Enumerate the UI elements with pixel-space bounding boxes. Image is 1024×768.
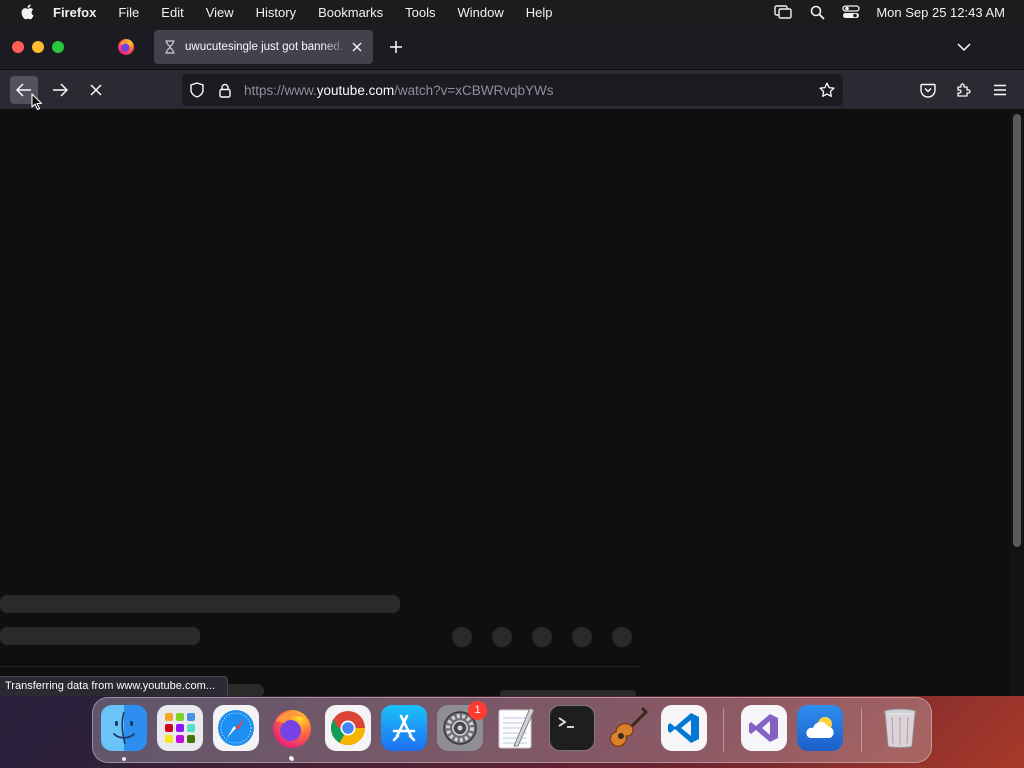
window-minimize-button[interactable] [32,41,44,53]
tab-title: uwucutesingle just got banned... [185,41,347,53]
window-close-button[interactable] [12,41,24,53]
menu-history[interactable]: History [256,5,296,20]
firefox-icon [118,39,134,55]
action-placeholder [572,627,592,647]
url-prefix: https://www. [244,82,317,98]
dock-finder[interactable] [101,705,147,751]
dock-launchpad[interactable] [157,705,203,751]
dock-trash[interactable] [877,705,923,751]
url-text[interactable]: https://www.youtube.com/watch?v=xCBWRvqb… [244,83,554,98]
dock-separator [723,708,724,752]
firefox-window: uwucutesingle just got banned... https:/… [0,24,1024,696]
pinned-tab-firefox[interactable] [115,36,137,58]
trash-icon [883,708,917,748]
menu-window[interactable]: Window [458,5,504,20]
title-skeleton [0,595,400,613]
finder-icon [113,711,135,745]
app-menu-button[interactable] [990,80,1010,100]
url-path: /watch?v=xCBWRvqbYWs [394,82,554,98]
scrollbar[interactable] [1010,110,1024,696]
menu-bar: Firefox File Edit View History Bookmarks… [0,0,1024,24]
app-store-icon [392,714,416,742]
spotlight-search-icon[interactable] [808,4,826,20]
plus-icon [390,41,402,53]
running-indicator [122,757,126,761]
page-content[interactable]: Transferring data from www.youtube.com..… [0,110,1024,696]
menu-edit[interactable]: Edit [161,5,183,20]
menu-help[interactable]: Help [526,5,553,20]
back-arrow-icon [16,83,31,97]
pocket-button[interactable] [918,80,938,100]
firefox-icon [273,710,311,748]
menu-file[interactable]: File [118,5,139,20]
chrome-icon [331,711,365,745]
dock-app-store[interactable] [381,705,427,751]
screen-mirroring-icon[interactable] [774,4,793,20]
dock-vscode[interactable] [661,705,707,751]
close-icon[interactable] [349,39,365,55]
dock [92,697,932,763]
vscode-icon [668,713,699,743]
channel-skeleton [0,627,200,645]
visual-studio-icon [749,714,778,742]
dock-visual-studio[interactable] [741,705,787,751]
mouse-pointer-icon [31,93,43,111]
dock-textedit[interactable] [493,705,539,751]
dock-separator [861,708,862,752]
launchpad-grid-icon [165,713,195,743]
dock-firefox[interactable] [269,705,315,751]
safari-compass-icon [218,710,254,746]
lock-icon[interactable] [217,82,233,98]
dock-weather[interactable] [797,705,843,751]
menu-app-firefox[interactable]: Firefox [53,5,96,20]
weather-icon [806,717,834,738]
url-bar[interactable]: https://www.youtube.com/watch?v=xCBWRvqb… [182,74,843,106]
extensions-button[interactable] [954,80,974,100]
action-placeholder [452,627,472,647]
tracking-protection-shield-icon[interactable] [189,82,205,98]
action-placeholder [532,627,552,647]
bookmark-star-icon[interactable] [819,82,835,98]
menu-view[interactable]: View [206,5,234,20]
dock-safari[interactable] [213,705,259,751]
chevron-down-icon [957,43,971,52]
guitar-icon [609,706,649,747]
navigation-toolbar: https://www.youtube.com/watch?v=xCBWRvqb… [0,70,1024,110]
window-zoom-button[interactable] [52,41,64,53]
control-center-icon[interactable] [842,4,860,20]
pocket-icon [920,83,936,98]
puzzle-piece-icon [957,83,971,97]
menu-tools[interactable]: Tools [405,5,435,20]
menu-bar-clock[interactable]: Mon Sep 25 12:43 AM [876,5,1005,20]
dock-garageband[interactable] [605,705,651,751]
hamburger-menu-icon [994,84,1006,96]
menu-bar-status-area: Mon Sep 25 12:43 AM [774,0,1024,24]
action-placeholder [612,627,632,647]
apple-logo-icon[interactable] [20,4,34,20]
tab-bar: uwucutesingle just got banned... [0,24,1024,70]
stop-loading-icon [90,84,102,96]
textedit-page-icon [498,707,535,749]
forward-button[interactable] [46,76,74,104]
forward-arrow-icon [53,83,68,97]
list-all-tabs-button[interactable] [954,37,974,57]
dock-chrome[interactable] [325,705,371,751]
content-divider [0,666,640,667]
url-domain: youtube.com [316,82,395,98]
terminal-icon [558,717,574,728]
action-placeholder [492,627,512,647]
hourglass-loading-icon [163,40,177,54]
menu-bookmarks[interactable]: Bookmarks [318,5,383,20]
stop-button[interactable] [82,76,110,104]
running-indicator [289,756,293,760]
status-panel: Transferring data from www.youtube.com..… [0,676,228,696]
scrollbar-thumb[interactable] [1013,114,1021,547]
recommendation-skeleton [500,690,636,696]
tab-active[interactable]: uwucutesingle just got banned... [154,30,373,64]
new-tab-button[interactable] [386,37,406,57]
dock-terminal[interactable] [549,705,595,751]
notification-badge: 1 [468,701,487,720]
